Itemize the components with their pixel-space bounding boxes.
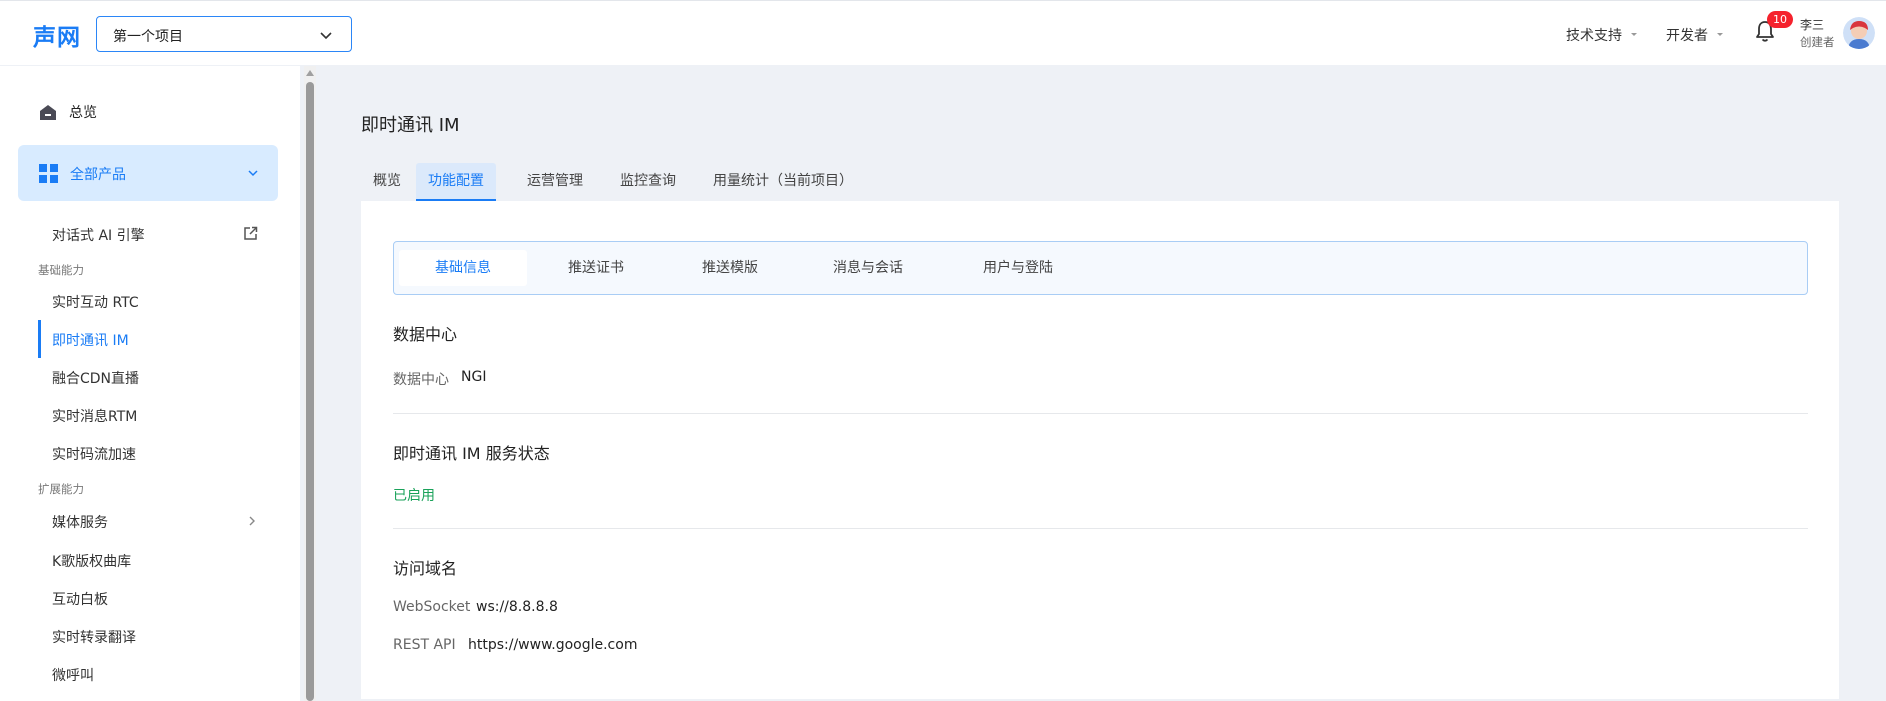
section-title-data-center: 数据中心: [393, 325, 458, 344]
brand-logo[interactable]: 声网: [33, 18, 81, 52]
page-title: 即时通讯 IM: [361, 115, 460, 136]
sidebar-item-all-products[interactable]: 全部产品: [18, 145, 278, 201]
divider: [393, 413, 1808, 414]
support-menu-label: 技术支持: [1566, 28, 1622, 44]
subtab-messages[interactable]: 消息与会话: [799, 250, 937, 286]
config-card: 基础信息 推送证书 推送模版 消息与会话 用户与登陆 数据中心 数据中心 NGI…: [361, 201, 1839, 699]
subtab-push-cert[interactable]: 推送证书: [532, 250, 660, 286]
rest-api-label: REST API: [393, 637, 456, 653]
sidebar-item-rtm[interactable]: 实时消息RTM: [52, 406, 137, 426]
home-icon: [40, 105, 56, 120]
external-link-icon[interactable]: [243, 226, 258, 241]
subtab-basic-info[interactable]: 基础信息: [399, 250, 527, 286]
support-menu[interactable]: 技术支持: [1566, 25, 1638, 45]
avatar[interactable]: [1843, 17, 1875, 49]
sidebar-item-stream-accel[interactable]: 实时码流加速: [52, 444, 136, 464]
caret-down-icon: [1717, 33, 1723, 36]
sidebar-group-basic: 基础能力: [38, 263, 84, 277]
user-name: 李三: [1800, 18, 1825, 32]
sidebar-item-ktv[interactable]: K歌版权曲库: [52, 551, 131, 571]
divider: [393, 528, 1808, 529]
chevron-right-icon: [249, 516, 255, 526]
tab-monitoring[interactable]: 监控查询: [608, 163, 688, 201]
project-select-value: 第一个项目: [113, 29, 183, 45]
project-select[interactable]: 第一个项目: [96, 16, 352, 52]
tab-operations[interactable]: 运营管理: [515, 163, 595, 201]
section-title-domains: 访问域名: [393, 559, 458, 578]
main-tabs: 概览 功能配置 运营管理 监控查询 用量统计（当前项目）: [361, 163, 868, 201]
scrollbar-thumb[interactable]: [306, 82, 314, 701]
sidebar-item-whiteboard[interactable]: 互动白板: [52, 589, 108, 609]
tab-config[interactable]: 功能配置: [416, 163, 496, 201]
websocket-label: WebSocket: [393, 599, 471, 615]
chevron-down-icon: [248, 170, 258, 177]
tab-overview[interactable]: 概览: [361, 163, 413, 201]
sidebar-item-ai-engine[interactable]: 对话式 AI 引擎: [52, 225, 145, 245]
sidebar-item-media[interactable]: 媒体服务: [52, 512, 108, 532]
notification-badge: 10: [1767, 11, 1793, 28]
sidebar-group-ext: 扩展能力: [38, 482, 84, 496]
data-center-value: NGI: [461, 369, 487, 385]
section-title-service-status: 即时通讯 IM 服务状态: [393, 444, 550, 463]
sidebar-item-micro-call[interactable]: 微呼叫: [52, 665, 94, 685]
developer-menu[interactable]: 开发者: [1666, 25, 1724, 45]
sidebar-item-rtc[interactable]: 实时互动 RTC: [52, 292, 139, 312]
chevron-down-icon: [320, 32, 332, 40]
top-header: 声网 第一个项目 技术支持 开发者 10 李三 创建者: [0, 0, 1886, 65]
websocket-value: ws://8.8.8.8: [476, 599, 558, 615]
scroll-up-icon[interactable]: [306, 70, 314, 76]
service-status-value: 已启用: [393, 488, 435, 504]
sidebar: 总览 全部产品 对话式 AI 引擎 基础能力 实时互动 RTC 即时通讯 IM …: [0, 66, 300, 701]
sidebar-item-label: 全部产品: [70, 167, 126, 183]
subtab-push-template[interactable]: 推送模版: [666, 250, 794, 286]
rest-api-value: https://www.google.com: [468, 637, 638, 653]
sidebar-item-overview[interactable]: 总览: [18, 92, 278, 132]
developer-menu-label: 开发者: [1666, 28, 1708, 44]
user-role: 创建者: [1800, 35, 1835, 49]
subtabs: 基础信息 推送证书 推送模版 消息与会话 用户与登陆: [393, 241, 1808, 295]
data-center-label: 数据中心: [393, 372, 449, 388]
caret-down-icon: [1631, 33, 1637, 36]
subtab-users[interactable]: 用户与登陆: [949, 250, 1087, 286]
tab-usage[interactable]: 用量统计（当前项目）: [701, 163, 865, 201]
active-indicator: [38, 320, 41, 358]
sidebar-item-label: 总览: [69, 105, 97, 121]
sidebar-item-transcribe[interactable]: 实时转录翻译: [52, 627, 136, 647]
grid-icon: [39, 164, 58, 183]
sidebar-item-im[interactable]: 即时通讯 IM: [52, 330, 129, 350]
sidebar-item-cdn[interactable]: 融合CDN直播: [52, 368, 139, 388]
